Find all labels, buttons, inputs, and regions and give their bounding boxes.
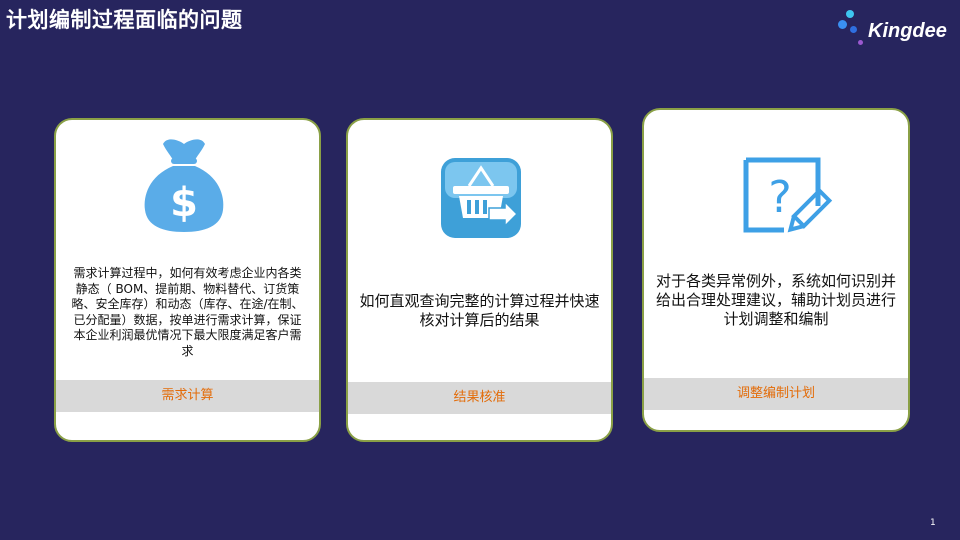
card-plan-adjustment: ? 对于各类异常例外，系统如何识别并给出合理处理建议，辅助计划员进行计划调整和编… — [642, 108, 910, 432]
logo-dot-icon — [858, 40, 863, 45]
card-description: 需求计算过程中，如何有效考虑企业内各类静态（ BOM、提前期、物料替代、订货策略… — [71, 266, 304, 358]
kingdee-logo: Kingdee — [836, 8, 954, 48]
question-edit-icon: ? — [743, 157, 833, 233]
card-result-check: 如何直观查询完整的计算过程并快速核对计算后的结果 结果核准 — [346, 118, 613, 442]
card-description: 如何直观查询完整的计算过程并快速核对计算后的结果 — [359, 292, 600, 329]
card-description: 对于各类异常例外，系统如何识别并给出合理处理建议，辅助计划员进行计划调整和编制 — [655, 272, 896, 328]
card-label: 需求计算 — [56, 380, 319, 412]
svg-text:$: $ — [170, 180, 198, 226]
shopping-basket-icon — [441, 158, 521, 238]
money-bag-icon: $ — [144, 139, 224, 232]
logo-text: Kingdee — [868, 20, 947, 42]
page-number: 1 — [930, 518, 936, 528]
logo-dot-icon — [838, 20, 847, 29]
card-label: 调整编制计划 — [644, 378, 908, 410]
slide-title: 计划编制过程面临的问题 — [6, 8, 243, 32]
svg-text:?: ? — [768, 172, 791, 223]
card-demand-calculation: $ 需求计算过程中，如何有效考虑企业内各类静态（ BOM、提前期、物料替代、订货… — [54, 118, 321, 442]
logo-dot-icon — [850, 26, 857, 33]
logo-dot-icon — [846, 10, 854, 18]
card-label: 结果核准 — [348, 382, 611, 414]
